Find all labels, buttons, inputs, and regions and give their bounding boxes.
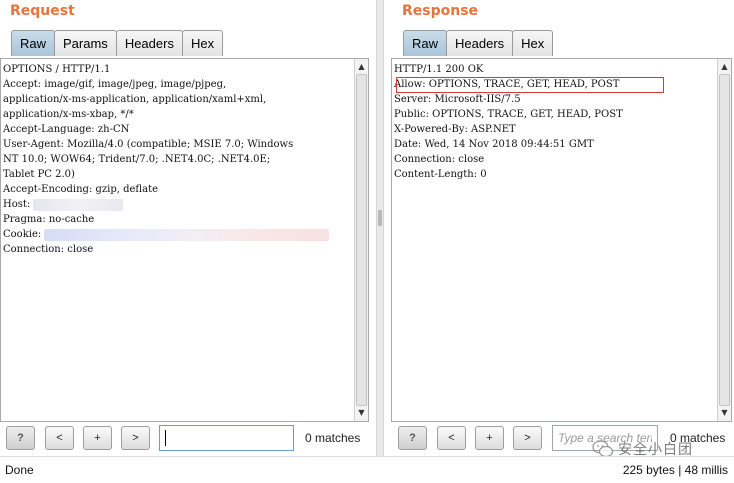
response-prev-button[interactable]: <	[437, 426, 466, 450]
response-line: Content-Length: 0	[394, 169, 487, 180]
response-panel: Response Raw Headers Hex HTTP/1.1 200 OK…	[384, 0, 734, 456]
cookie-label: Cookie:	[3, 229, 45, 240]
request-editor[interactable]: OPTIONS / HTTP/1.1 Accept: image/gif, im…	[0, 58, 369, 422]
status-text: Done	[5, 463, 34, 477]
host-label: Host:	[3, 199, 34, 210]
response-line: X-Powered-By: ASP.NET	[394, 124, 516, 135]
request-line: Accept: image/gif, image/jpeg, image/pjp…	[3, 79, 227, 90]
request-line: OPTIONS / HTTP/1.1	[3, 64, 111, 75]
scroll-up-arrow-icon[interactable]: ▲	[718, 60, 731, 74]
splitter-grip-icon[interactable]	[378, 210, 382, 226]
response-tab-hex[interactable]: Hex	[512, 30, 554, 56]
request-tab-hex[interactable]: Hex	[181, 30, 224, 56]
response-editor[interactable]: HTTP/1.1 200 OK Allow: OPTIONS, TRACE, G…	[391, 58, 732, 422]
response-scrollbar[interactable]: ▲ ▼	[717, 59, 731, 421]
request-line: application/x-ms-xbap, */*	[3, 109, 134, 120]
request-match-count: 0 matches	[305, 431, 361, 445]
request-line-host: Host:	[3, 197, 352, 212]
response-stats: 225 bytes | 48 millis	[622, 463, 728, 477]
response-next-button[interactable]: >	[513, 426, 542, 450]
request-tabs: Raw Params Headers Hex	[11, 30, 224, 56]
panel-splitter[interactable]	[376, 0, 384, 456]
request-line: application/x-ms-application, applicatio…	[3, 94, 267, 105]
request-scroll-thumb[interactable]	[356, 74, 367, 406]
allow-highlight-box	[396, 77, 664, 93]
request-title: Request	[10, 3, 75, 19]
request-next-button[interactable]: >	[121, 426, 150, 450]
request-line: Tablet PC 2.0)	[3, 169, 75, 180]
response-tabs: Raw Headers Hex	[403, 30, 554, 56]
request-line: Connection: close	[3, 244, 94, 255]
response-help-button[interactable]: ?	[398, 426, 427, 450]
request-add-button[interactable]: +	[83, 426, 112, 450]
scroll-down-arrow-icon[interactable]: ▼	[355, 406, 368, 420]
response-line: HTTP/1.1 200 OK	[394, 64, 484, 75]
response-tab-raw[interactable]: Raw	[403, 30, 448, 56]
request-tab-raw[interactable]: Raw	[11, 30, 56, 56]
request-prev-button[interactable]: <	[45, 426, 74, 450]
request-line: Pragma: no-cache	[3, 214, 95, 225]
request-tab-headers[interactable]: Headers	[115, 30, 183, 56]
response-line: Date: Wed, 14 Nov 2018 09:44:51 GMT	[394, 139, 594, 150]
scroll-down-arrow-icon[interactable]: ▼	[718, 406, 731, 420]
request-line: User-Agent: Mozilla/4.0 (compatible; MSI…	[3, 139, 294, 150]
request-scrollbar[interactable]: ▲ ▼	[354, 59, 368, 421]
status-bar: Done 225 bytes | 48 millis	[0, 456, 734, 483]
response-line: Server: Microsoft-IIS/7.5	[394, 94, 521, 105]
response-tab-headers[interactable]: Headers	[446, 30, 514, 56]
scroll-up-arrow-icon[interactable]: ▲	[355, 60, 368, 74]
request-help-button[interactable]: ?	[6, 426, 35, 450]
request-line: Accept-Language: zh-CN	[3, 124, 130, 135]
redacted-cookie	[44, 228, 330, 241]
response-line: Connection: close	[394, 154, 485, 165]
redacted-host	[33, 198, 124, 211]
response-line: Public: OPTIONS, TRACE, GET, HEAD, POST	[394, 109, 623, 120]
request-line: Accept-Encoding: gzip, deflate	[3, 184, 159, 195]
request-line-cookie: Cookie:	[3, 227, 352, 242]
request-tab-params[interactable]: Params	[54, 30, 117, 56]
text-caret	[165, 430, 166, 446]
request-panel: Request Raw Params Headers Hex OPTIONS /…	[0, 0, 376, 456]
request-text: OPTIONS / HTTP/1.1 Accept: image/gif, im…	[3, 62, 352, 257]
response-add-button[interactable]: +	[475, 426, 504, 450]
request-search-bar: ? < + > 0 matches	[0, 425, 376, 451]
request-line: NT 10.0; WOW64; Trident/7.0; .NET4.0C; .…	[3, 154, 271, 165]
response-scroll-thumb[interactable]	[719, 74, 730, 406]
response-title: Response	[402, 3, 479, 19]
request-search-input[interactable]	[159, 425, 294, 451]
